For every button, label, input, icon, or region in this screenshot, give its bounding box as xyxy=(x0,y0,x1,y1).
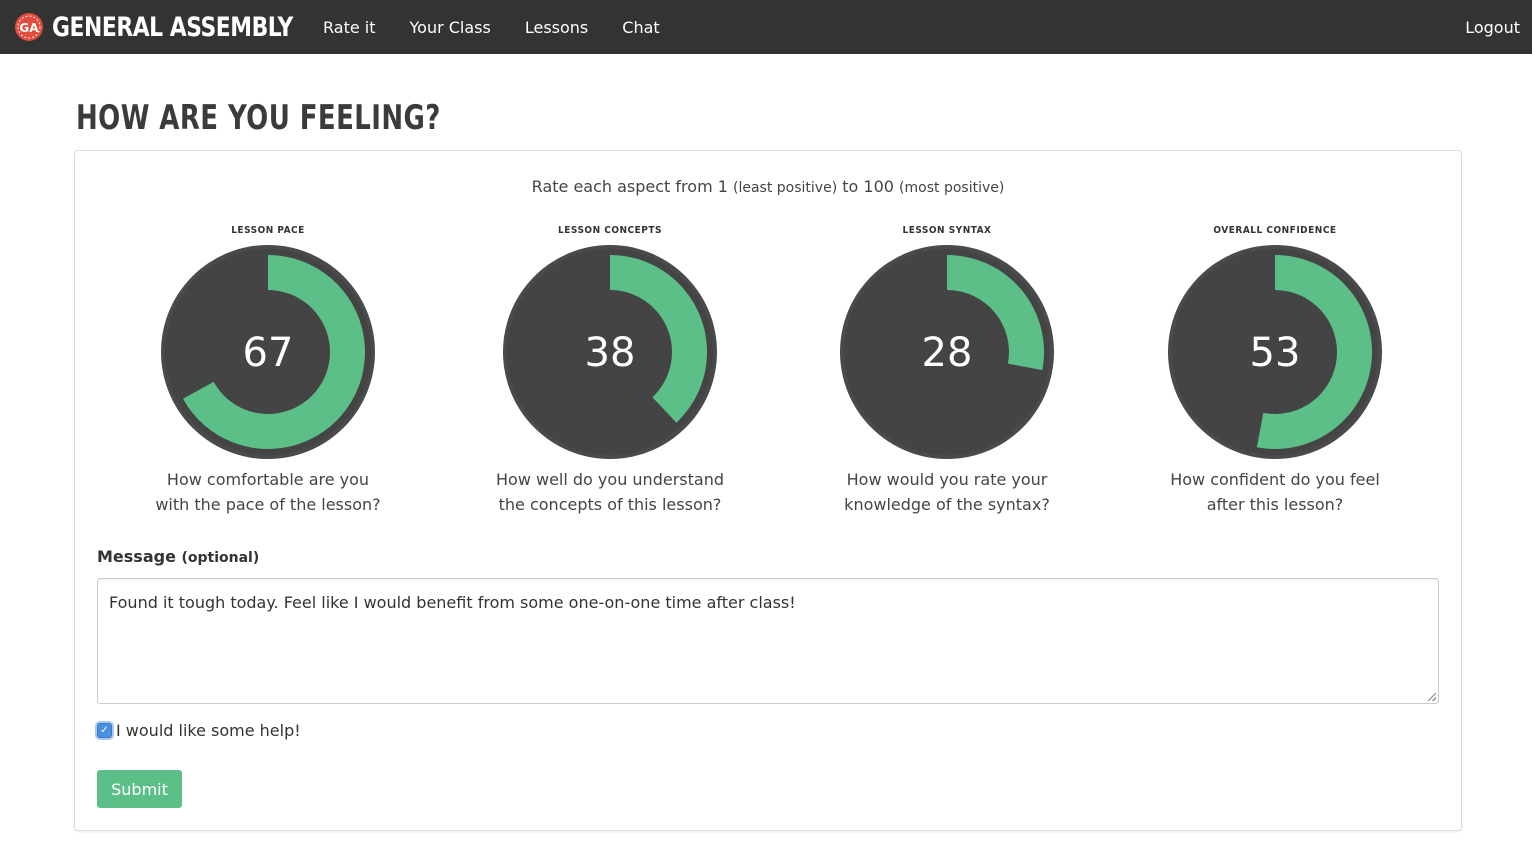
gauge-value: 67 xyxy=(243,330,294,376)
instructions: Rate each aspect from 1 (least positive)… xyxy=(75,177,1461,196)
check-icon: ✓ xyxy=(100,724,109,736)
question-line: with the pace of the lesson? xyxy=(155,495,381,514)
message-optional: (optional) xyxy=(181,550,260,566)
resize-grip-icon[interactable] xyxy=(1428,693,1436,701)
gauge-label: LESSON SYNTAX xyxy=(902,225,992,236)
nav-link-chat[interactable]: Chat xyxy=(605,18,676,37)
question-line: How would you rate your xyxy=(846,470,1048,489)
help-checkbox-label[interactable]: I would like some help! xyxy=(116,721,301,740)
nav-link-lessons[interactable]: Lessons xyxy=(508,18,605,37)
message-text: Found it tough today. Feel like I would … xyxy=(109,593,796,612)
gauge-dial[interactable]: 67 xyxy=(161,245,375,459)
gauge-label: LESSON PACE xyxy=(231,225,305,236)
question-line: How confident do you feel xyxy=(1170,470,1380,489)
gauge-label: OVERALL CONFIDENCE xyxy=(1213,225,1337,236)
gauge-question: How comfortable are you with the pace of… xyxy=(118,467,418,517)
brand-name: GENERAL ASSEMBLY xyxy=(52,11,293,43)
instructions-least: (least positive) xyxy=(733,180,838,196)
instructions-prefix: Rate each aspect from 1 xyxy=(531,177,728,196)
gauge-question: How confident do you feel after this les… xyxy=(1125,467,1425,517)
instructions-most: (most positive) xyxy=(899,180,1005,196)
gauge-value: 53 xyxy=(1250,330,1301,376)
ga-logo-icon: GA xyxy=(15,13,43,41)
rating-panel: Rate each aspect from 1 (least positive)… xyxy=(74,150,1462,831)
message-label: Message (optional) xyxy=(97,547,259,566)
question-line: knowledge of the syntax? xyxy=(844,495,1050,514)
message-label-text: Message xyxy=(97,547,176,566)
svg-text:GA: GA xyxy=(19,21,39,35)
gauge-dial[interactable]: 38 xyxy=(503,245,717,459)
gauge-dial[interactable]: 28 xyxy=(840,245,1054,459)
page-title: HOW ARE YOU FEELING? xyxy=(76,98,441,138)
brand[interactable]: GA GENERAL ASSEMBLY xyxy=(14,10,320,44)
submit-button[interactable]: Submit xyxy=(97,770,182,808)
logout-link[interactable]: Logout xyxy=(1465,0,1520,54)
top-navbar: GA GENERAL ASSEMBLY Rate it Your Class L… xyxy=(0,0,1532,54)
help-checkbox[interactable]: ✓ xyxy=(97,723,112,738)
gauge-lesson-concepts[interactable]: LESSON CONCEPTS 38 How well do you under… xyxy=(460,225,760,525)
gauge-lesson-syntax[interactable]: LESSON SYNTAX 28 How would you rate your… xyxy=(797,225,1097,525)
message-textarea[interactable]: Found it tough today. Feel like I would … xyxy=(97,578,1439,704)
nav-links: Rate it Your Class Lessons Chat xyxy=(306,0,677,54)
question-line: How comfortable are you xyxy=(166,470,370,489)
gauge-value: 28 xyxy=(922,330,973,376)
question-line: after this lesson? xyxy=(1206,495,1344,514)
gauge-overall-confidence[interactable]: OVERALL CONFIDENCE 53 How confident do y… xyxy=(1125,225,1425,525)
question-line: How well do you understand xyxy=(496,470,724,489)
help-checkbox-row[interactable]: ✓ I would like some help! xyxy=(97,721,301,740)
gauge-question: How would you rate your knowledge of the… xyxy=(797,467,1097,517)
gauge-lesson-pace[interactable]: LESSON PACE 67 How comfortable are you w… xyxy=(118,225,418,525)
nav-link-your-class[interactable]: Your Class xyxy=(393,18,508,37)
gauge-dial[interactable]: 53 xyxy=(1168,245,1382,459)
gauge-label: LESSON CONCEPTS xyxy=(558,225,662,236)
gauge-value: 38 xyxy=(585,330,636,376)
question-line: the concepts of this lesson? xyxy=(498,495,722,514)
nav-link-rate-it[interactable]: Rate it xyxy=(306,18,393,37)
instructions-middle: to 100 xyxy=(842,177,894,196)
gauge-question: How well do you understand the concepts … xyxy=(460,467,760,517)
